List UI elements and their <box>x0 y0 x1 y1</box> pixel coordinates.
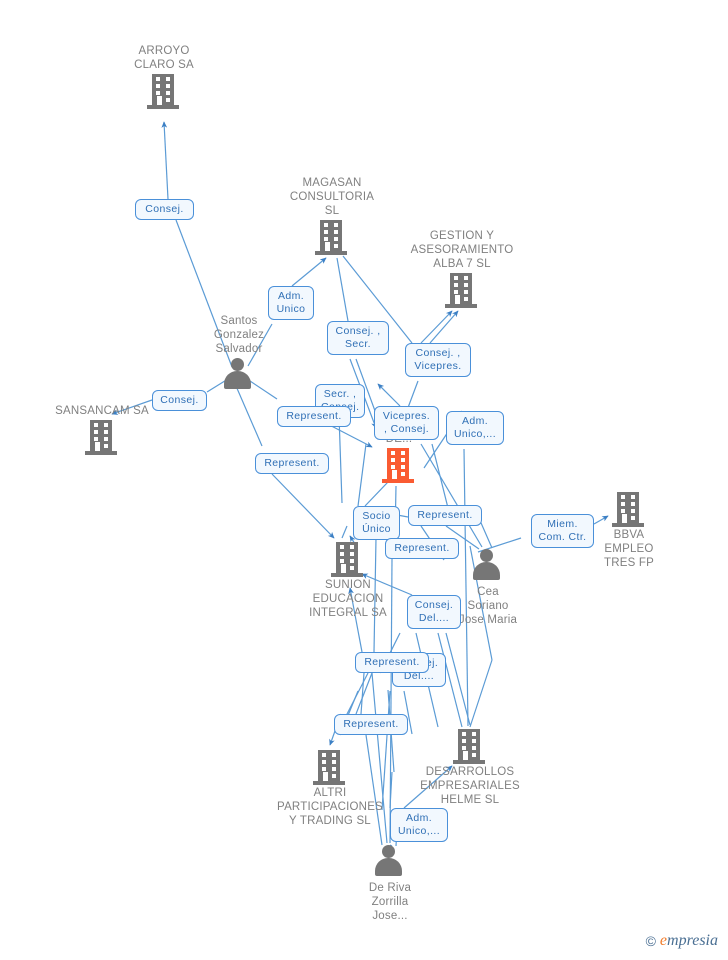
building-icon <box>453 727 487 765</box>
node-person-santos-gonzalez-salvador[interactable]: Santos Gonzalez Salvador <box>179 314 299 394</box>
person-icon <box>373 843 407 881</box>
building-icon <box>612 490 646 528</box>
relationship-graph-canvas: ARROYO CLARO SA MAGASAN CONSULTORIA SL G… <box>0 0 728 960</box>
building-icon <box>315 218 349 256</box>
node-caption: De Riva Zorrilla Jose... <box>368 882 412 922</box>
building-icon <box>331 540 365 578</box>
empresia-watermark: © empresia <box>646 932 718 950</box>
person-icon <box>222 356 256 394</box>
node-caption: ALTRI PARTICIPACIONES Y TRADING SL <box>277 787 383 827</box>
node-caption: Cea Soriano Jose Maria <box>458 586 518 626</box>
node-company-altri-participaciones-trading[interactable]: ALTRI PARTICIPACIONES Y TRADING SL <box>270 748 390 828</box>
relation-label-adm-unico[interactable]: Adm. Unico <box>268 286 314 320</box>
node-caption: Santos Gonzalez Salvador <box>213 315 265 355</box>
relation-label-consej-vicepres[interactable]: Consej. , Vicepres. <box>405 343 471 377</box>
person-icon <box>471 547 505 585</box>
relation-label-adm-unico-2[interactable]: Adm. Unico,... <box>446 411 504 445</box>
node-caption: ARROYO CLARO SA <box>134 45 194 71</box>
relation-label-represent-1[interactable]: Represent. <box>277 406 351 427</box>
brand-initial: e <box>659 932 668 949</box>
relation-label-vicepres-consej[interactable]: Vicepres. , Consej. <box>374 406 439 440</box>
relation-label-socio-unico[interactable]: Socio Único <box>353 506 400 540</box>
building-icon <box>445 271 479 309</box>
node-caption: DESARROLLOS EMPRESARIALES HELME SL <box>420 766 520 806</box>
relation-label-represent-4[interactable]: Represent. <box>385 538 459 559</box>
relation-label-represent-6[interactable]: Represent. <box>334 714 408 735</box>
relation-label-represent-3[interactable]: Represent. <box>408 505 482 526</box>
building-icon <box>313 748 347 786</box>
node-company-arroyo-claro[interactable]: ARROYO CLARO SA <box>104 44 224 110</box>
node-caption: GESTION Y ASESORAMIENTO ALBA 7 SL <box>410 230 514 270</box>
copyright-symbol: © <box>645 933 656 949</box>
node-caption: BBVA EMPLEO TRES FP <box>604 529 654 569</box>
node-company-desarrollos-empresariales-helme[interactable]: DESARROLLOS EMPRESARIALES HELME SL <box>410 727 530 807</box>
building-icon-orange <box>382 446 416 484</box>
relation-label-consej-del-1[interactable]: Consej. Del.... <box>407 595 461 629</box>
node-company-gestion-asesoramiento-alba-7[interactable]: GESTION Y ASESORAMIENTO ALBA 7 SL <box>402 229 522 309</box>
relation-label-consej[interactable]: Consej. <box>135 199 194 220</box>
building-icon <box>147 72 181 110</box>
node-caption: SANSANCAM SA <box>55 405 149 417</box>
relation-label-miem-com-ctr[interactable]: Miem. Com. Ctr. <box>531 514 594 548</box>
node-company-magasan-consultoria[interactable]: MAGASAN CONSULTORIA SL <box>272 176 392 256</box>
node-person-de-riva-zorrilla-jose[interactable]: De Riva Zorrilla Jose... <box>330 843 450 923</box>
relation-label-consej-2[interactable]: Consej. <box>152 390 207 411</box>
node-caption: SUNION EDUCACION INTEGRAL SA <box>309 579 387 619</box>
node-company-sansancam[interactable]: SANSANCAM SA <box>42 404 162 456</box>
building-icon <box>85 418 119 456</box>
relation-label-consej-secr[interactable]: Consej. , Secr. <box>327 321 389 355</box>
relation-label-adm-unico-3[interactable]: Adm. Unico,... <box>390 808 448 842</box>
node-caption: MAGASAN CONSULTORIA SL <box>289 177 375 217</box>
relation-label-represent-5[interactable]: Represent. <box>355 652 429 673</box>
brand-name: mpresia <box>667 932 718 949</box>
relation-label-represent-2[interactable]: Represent. <box>255 453 329 474</box>
